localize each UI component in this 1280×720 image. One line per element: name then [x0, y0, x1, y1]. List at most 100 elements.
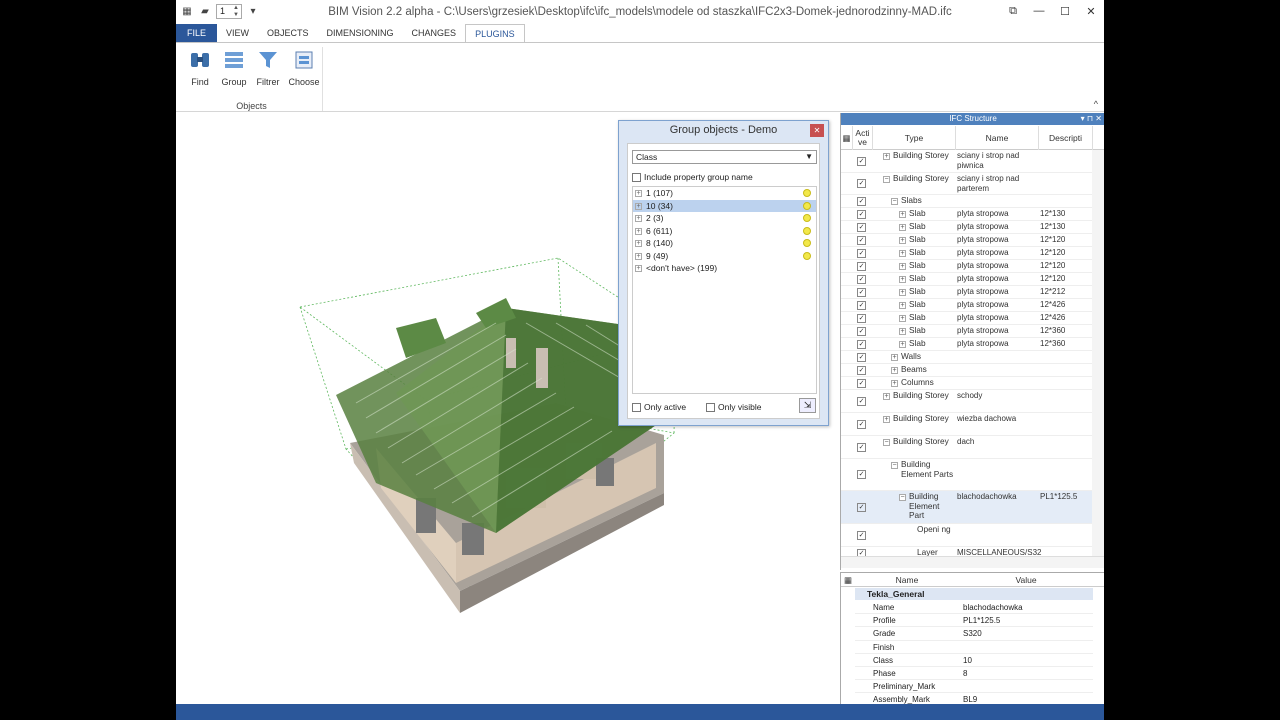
- visibility-bulb-icon[interactable]: [803, 239, 811, 247]
- props-col-name[interactable]: Name: [855, 573, 959, 587]
- expand-icon[interactable]: +: [899, 328, 906, 335]
- ifc-tree-row[interactable]: ✓ + Columns: [841, 377, 1093, 390]
- visibility-bulb-icon[interactable]: [803, 214, 811, 222]
- property-row[interactable]: Phase 8: [855, 667, 1093, 681]
- expand-icon[interactable]: +: [635, 252, 642, 260]
- expand-icon[interactable]: −: [891, 198, 898, 205]
- expand-icon[interactable]: +: [899, 302, 906, 309]
- tab-file[interactable]: FILE: [176, 24, 217, 42]
- maximize-button[interactable]: ☐: [1052, 0, 1078, 22]
- ifc-tree-row[interactable]: ✓ + Slab plyta stropowa 12*120: [841, 234, 1093, 247]
- expand-icon[interactable]: +: [899, 250, 906, 257]
- ifc-tree-row[interactable]: ✓ + Slab plyta stropowa 12*426: [841, 299, 1093, 312]
- ifc-tree-row[interactable]: ✓ + Slab plyta stropowa 12*130: [841, 221, 1093, 234]
- ifc-tree-row[interactable]: ✓ + Building Storey wiezba dachowa: [841, 413, 1093, 436]
- grid-options-icon[interactable]: ▦: [841, 126, 853, 150]
- ifc-tree-row[interactable]: ✓ + Walls: [841, 351, 1093, 364]
- group-item[interactable]: +10 (34): [633, 199, 816, 212]
- active-checkbox[interactable]: ✓: [857, 327, 866, 336]
- active-checkbox[interactable]: ✓: [857, 379, 866, 388]
- ifc-tree-row[interactable]: ✓ + Building Storey sciany i strop nad piwn…: [841, 150, 1093, 173]
- tab-objects[interactable]: OBJECTS: [258, 24, 318, 42]
- checkbox-box[interactable]: [632, 403, 641, 413]
- apply-icon[interactable]: ⇲: [799, 398, 816, 413]
- active-checkbox[interactable]: ✓: [857, 157, 866, 166]
- group-button[interactable]: Group: [216, 47, 252, 87]
- ifc-tree-row[interactable]: ✓ + Slab plyta stropowa 12*120: [841, 273, 1093, 286]
- ifc-tree-row[interactable]: ✓ − Building Element Part blachodachowka PL1…: [841, 491, 1093, 524]
- choose-button[interactable]: Choose: [286, 47, 322, 87]
- expand-icon[interactable]: +: [899, 224, 906, 231]
- active-checkbox[interactable]: ✓: [857, 236, 866, 245]
- ifc-tree-row[interactable]: ✓ − Building Storey dach: [841, 436, 1093, 459]
- expand-icon[interactable]: +: [899, 289, 906, 296]
- active-checkbox[interactable]: ✓: [857, 301, 866, 310]
- ifc-tree-row[interactable]: ✓ + Slab plyta stropowa 12*360: [841, 325, 1093, 338]
- ifc-tree-row[interactable]: ✓ − Slabs: [841, 195, 1093, 208]
- active-checkbox[interactable]: ✓: [857, 353, 866, 362]
- expand-icon[interactable]: +: [899, 341, 906, 348]
- dialog-close-button[interactable]: ✕: [810, 124, 824, 137]
- ifc-tree-row[interactable]: ✓ + Slab plyta stropowa 12*120: [841, 260, 1093, 273]
- active-checkbox[interactable]: ✓: [857, 470, 866, 479]
- props-col-value[interactable]: Value: [959, 573, 1093, 587]
- tab-changes[interactable]: CHANGES: [403, 24, 466, 42]
- tab-dimensioning[interactable]: DIMENSIONING: [318, 24, 403, 42]
- expand-icon[interactable]: +: [899, 276, 906, 283]
- property-group-header[interactable]: Tekla_General: [855, 588, 1093, 600]
- ifc-tree-row[interactable]: ✓ − Building Storey sciany i strop nad part…: [841, 173, 1093, 195]
- expand-icon[interactable]: +: [883, 393, 890, 400]
- ifc-horizontal-scrollbar[interactable]: [841, 556, 1104, 568]
- expand-icon[interactable]: −: [883, 439, 890, 446]
- active-checkbox[interactable]: ✓: [857, 210, 866, 219]
- group-by-select[interactable]: Class ▼: [632, 150, 817, 164]
- find-button[interactable]: Find: [182, 47, 218, 87]
- ifc-tree-row[interactable]: ✓ Openi ng: [841, 524, 1093, 547]
- active-checkbox[interactable]: ✓: [857, 223, 866, 232]
- close-button[interactable]: ✕: [1078, 0, 1104, 22]
- ifc-tree-row[interactable]: ✓ + Slab plyta stropowa 12*212: [841, 286, 1093, 299]
- ifc-tree-row[interactable]: ✓ + Slab plyta stropowa 12*360: [841, 338, 1093, 351]
- active-checkbox[interactable]: ✓: [857, 179, 866, 188]
- active-checkbox[interactable]: ✓: [857, 262, 866, 271]
- property-row[interactable]: Preliminary_Mark: [855, 680, 1093, 694]
- property-row[interactable]: Finish: [855, 641, 1093, 654]
- expand-icon[interactable]: +: [899, 263, 906, 270]
- expand-icon[interactable]: +: [883, 153, 890, 160]
- col-name[interactable]: Name: [956, 126, 1039, 150]
- expand-icon[interactable]: +: [635, 190, 642, 197]
- visibility-bulb-icon[interactable]: [803, 201, 811, 210]
- expand-icon[interactable]: −: [899, 494, 906, 501]
- ifc-tree-row[interactable]: ✓ + Slab plyta stropowa 12*130: [841, 208, 1093, 221]
- panel-controls-icon[interactable]: ▾ ⊓ ✕: [1081, 113, 1102, 125]
- property-row[interactable]: Profile PL1*125.5: [855, 614, 1093, 628]
- active-checkbox[interactable]: ✓: [857, 275, 866, 284]
- ifc-tree-row[interactable]: ✓ − Building Element Parts: [841, 459, 1093, 491]
- active-checkbox[interactable]: ✓: [857, 366, 866, 375]
- expand-icon[interactable]: +: [899, 211, 906, 218]
- expand-icon[interactable]: +: [899, 237, 906, 244]
- include-property-group-checkbox[interactable]: Include property group name: [632, 172, 753, 183]
- col-description[interactable]: Descripti: [1039, 126, 1093, 150]
- expand-icon[interactable]: +: [635, 215, 642, 222]
- active-checkbox[interactable]: ✓: [857, 397, 866, 406]
- expand-icon[interactable]: +: [891, 367, 898, 374]
- only-visible-checkbox[interactable]: Only visible: [706, 402, 761, 413]
- expand-icon[interactable]: +: [899, 315, 906, 322]
- expand-icon[interactable]: −: [883, 176, 890, 183]
- active-checkbox[interactable]: ✓: [857, 531, 866, 540]
- col-type[interactable]: Type: [873, 126, 956, 150]
- group-item[interactable]: +6 (611): [633, 225, 816, 238]
- expand-icon[interactable]: +: [883, 416, 890, 423]
- group-item[interactable]: +1 (107): [633, 187, 816, 200]
- visibility-bulb-icon[interactable]: [803, 226, 811, 235]
- active-checkbox[interactable]: ✓: [857, 443, 866, 452]
- minimize-button[interactable]: —: [1026, 0, 1052, 22]
- property-row[interactable]: Name blachodachowka: [855, 601, 1093, 615]
- filter-button[interactable]: Filtrer: [250, 47, 286, 87]
- grid-options-icon[interactable]: ▦: [841, 573, 855, 587]
- expand-icon[interactable]: −: [891, 462, 898, 469]
- expand-icon[interactable]: +: [891, 380, 898, 387]
- group-item[interactable]: +2 (3): [633, 212, 816, 225]
- group-item[interactable]: +9 (49): [633, 250, 816, 263]
